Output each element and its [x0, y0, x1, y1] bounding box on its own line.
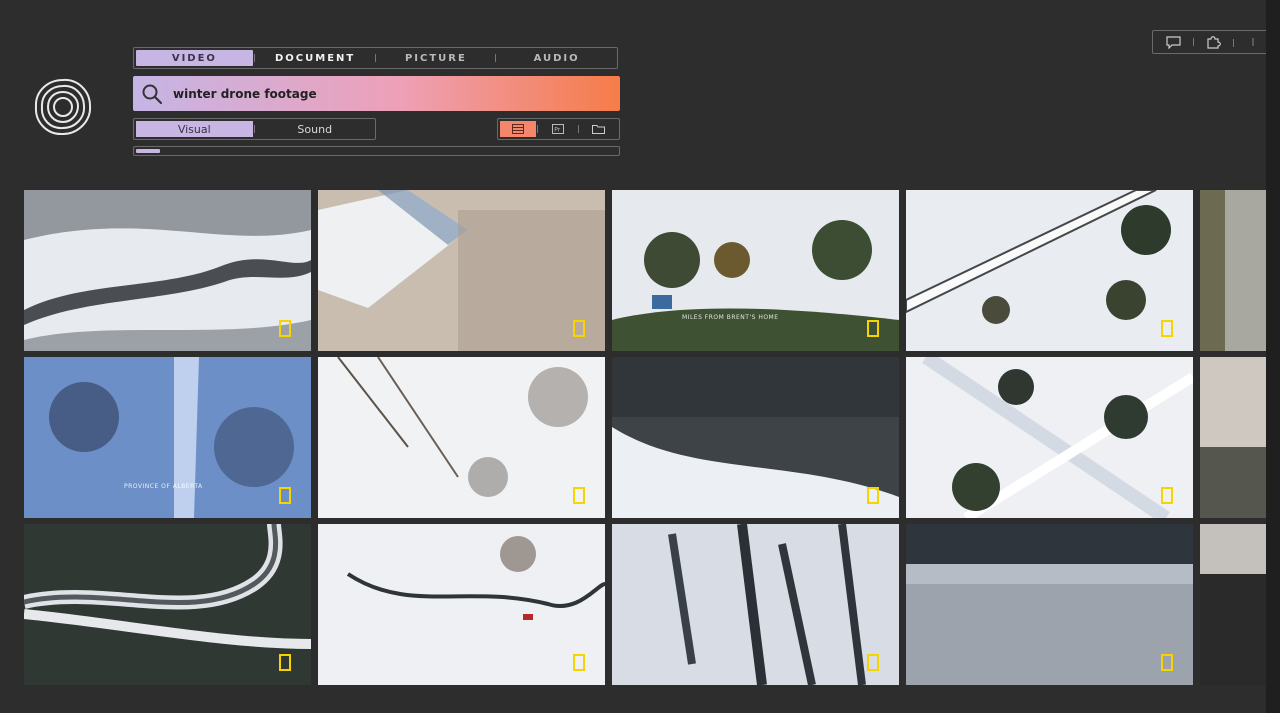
search-input[interactable] [171, 85, 595, 102]
grid-view-icon [512, 124, 525, 134]
premiere-button[interactable]: Pr [537, 121, 576, 137]
tab-video[interactable]: VIDEO [136, 50, 253, 66]
comment-icon [1165, 35, 1181, 49]
video-thumbnail[interactable] [906, 524, 1193, 685]
thumbnail-image [1200, 357, 1266, 518]
search-progress-bar [133, 146, 620, 156]
video-thumbnail[interactable] [1200, 190, 1266, 351]
scrollbar[interactable] [1266, 0, 1280, 713]
natgeo-badge-icon [573, 320, 585, 337]
extension-button[interactable] [1193, 35, 1233, 49]
natgeo-badge-icon [1161, 654, 1173, 671]
thumbnail-image [612, 524, 899, 685]
thumbnail-image [24, 190, 311, 351]
video-thumbnail[interactable] [612, 357, 899, 518]
search-icon[interactable] [141, 83, 163, 105]
divider-icon [1252, 38, 1254, 46]
thumbnail-image [318, 190, 605, 351]
video-thumbnail[interactable] [318, 190, 605, 351]
video-thumbnail[interactable] [906, 357, 1193, 518]
video-thumbnail[interactable] [24, 190, 311, 351]
video-thumbnail[interactable]: PROVINCE OF ALBERTA [24, 357, 311, 518]
tab-picture[interactable]: PICTURE [374, 50, 495, 66]
natgeo-badge-icon [573, 654, 585, 671]
natgeo-badge-icon [867, 487, 879, 504]
video-thumbnail[interactable] [318, 357, 605, 518]
natgeo-badge-icon [279, 487, 291, 504]
thumbnail-image [906, 190, 1193, 351]
thumbnail-image [906, 357, 1193, 518]
comment-button[interactable] [1153, 35, 1193, 49]
svg-text:Pr: Pr [555, 127, 562, 134]
premiere-icon: Pr [552, 124, 565, 134]
natgeo-badge-icon [279, 320, 291, 337]
thumbnail-image [1200, 524, 1266, 685]
folder-icon [592, 125, 606, 134]
natgeo-badge-icon [867, 654, 879, 671]
video-thumbnail[interactable] [318, 524, 605, 685]
thumbnail-image [318, 524, 605, 685]
thumbnail-caption: MILES FROM BRENT'S HOME [682, 314, 779, 321]
video-thumbnail[interactable] [1200, 524, 1266, 685]
tab-audio[interactable]: AUDIO [495, 50, 615, 66]
thumbnail-image [1200, 190, 1266, 351]
mode-visual-button[interactable]: Visual [136, 121, 253, 137]
thumbnail-image [318, 357, 605, 518]
video-thumbnail[interactable] [612, 524, 899, 685]
natgeo-badge-icon [867, 320, 879, 337]
thumbnail-caption: PROVINCE OF ALBERTA [124, 483, 203, 490]
thumbnail-image [612, 357, 899, 518]
thumbnail-image [24, 524, 311, 685]
app-logo-icon [34, 78, 92, 136]
grid-view-button[interactable] [500, 121, 537, 137]
search-mode-toggle: Visual Sound [133, 118, 376, 140]
video-thumbnail[interactable] [24, 524, 311, 685]
natgeo-badge-icon [279, 654, 291, 671]
thumbnail-image [906, 524, 1193, 685]
natgeo-badge-icon [573, 487, 585, 504]
top-toolbar [1152, 30, 1280, 54]
thumbnail-image [24, 357, 311, 518]
search-bar [133, 76, 620, 111]
puzzle-icon [1206, 36, 1221, 49]
natgeo-badge-icon [1161, 487, 1173, 504]
progress-fill [136, 149, 161, 153]
video-thumbnail[interactable] [1200, 357, 1266, 518]
thumbnail-image [612, 190, 899, 351]
folder-button[interactable] [577, 121, 617, 137]
natgeo-badge-icon [1161, 320, 1173, 337]
view-toggle: Pr [497, 118, 620, 140]
media-type-tabs: VIDEO DOCUMENT PICTURE AUDIO [133, 47, 618, 69]
video-thumbnail[interactable]: MILES FROM BRENT'S HOME [612, 190, 899, 351]
video-thumbnail[interactable] [906, 190, 1193, 351]
tab-document[interactable]: DOCUMENT [253, 50, 374, 66]
mode-sound-button[interactable]: Sound [253, 121, 374, 137]
